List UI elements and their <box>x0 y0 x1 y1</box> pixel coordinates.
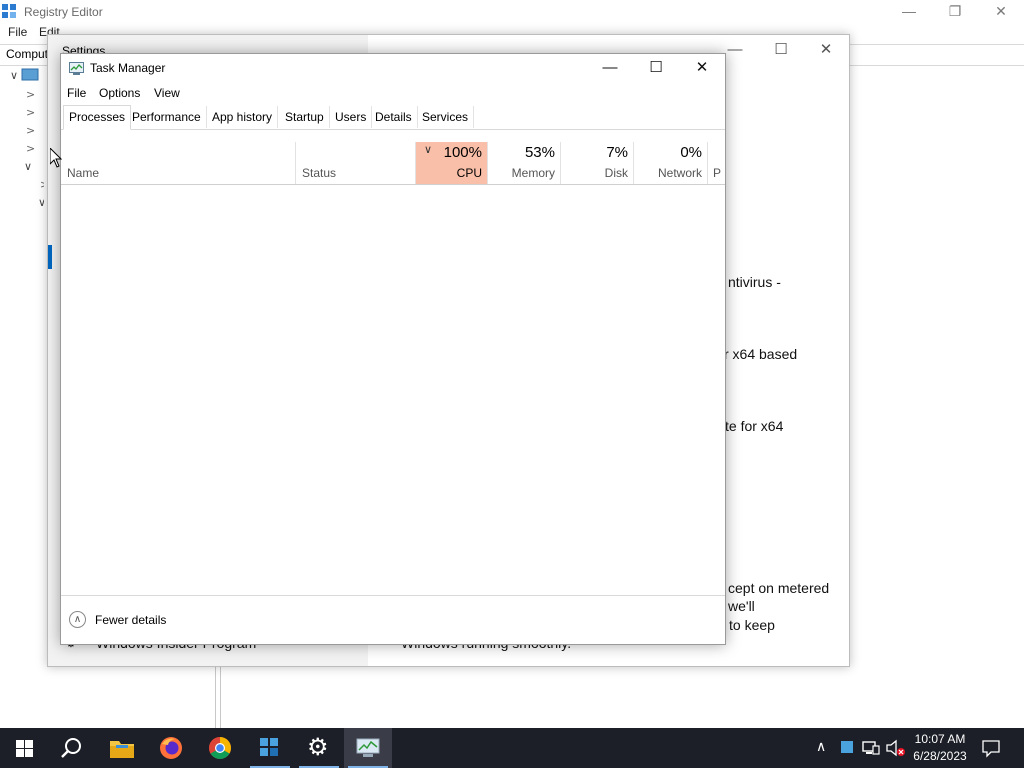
chrome-icon <box>209 737 231 759</box>
tm-menu-view[interactable]: View <box>154 86 180 100</box>
settings-selected-indicator <box>48 245 52 269</box>
taskbar-chrome[interactable] <box>196 728 244 768</box>
column-status[interactable]: Status <box>295 142 416 184</box>
action-center-icon[interactable] <box>982 740 1000 780</box>
settings-text-well: we'll <box>728 598 755 614</box>
tab-processes[interactable]: Processes <box>63 105 132 130</box>
tab-startup[interactable]: Startup <box>280 106 330 128</box>
registry-title-bar[interactable] <box>0 0 1024 22</box>
svg-text:∨: ∨ <box>38 196 44 209</box>
clock-date[interactable]: 6/28/2023 <box>910 749 970 763</box>
svg-text:>: > <box>26 124 35 137</box>
network-percent: 0% <box>680 144 702 161</box>
disk-label: Disk <box>604 166 628 180</box>
settings-maximize-button[interactable]: ☐ <box>758 35 804 65</box>
tm-close-button[interactable]: ✕ <box>679 54 725 82</box>
taskbar: ⚙ ∧ 10:07 AM 6/28/2023 <box>0 728 1024 768</box>
show-hidden-icons-chevron-icon[interactable]: ∧ <box>816 738 826 778</box>
task-manager-app-icon <box>69 62 84 75</box>
task-manager-icon <box>356 738 380 757</box>
tm-maximize-button[interactable]: ☐ <box>633 54 679 82</box>
cpu-label: CPU <box>456 166 482 180</box>
sort-down-chevron-icon: ∨ <box>424 144 433 156</box>
taskbar-firefox[interactable] <box>147 728 195 768</box>
start-button[interactable] <box>0 728 48 768</box>
tab-performance[interactable]: Performance <box>127 106 207 128</box>
process-table-header: Name Status ∨ 100% CPU 53% Memory 7% Dis… <box>61 142 725 185</box>
column-power[interactable]: P <box>707 142 726 184</box>
taskbar-file-explorer[interactable] <box>98 728 146 768</box>
registry-menu-file[interactable]: File <box>8 25 27 39</box>
volume-muted-icon[interactable] <box>886 739 906 779</box>
taskbar-task-manager[interactable] <box>344 728 392 768</box>
memory-label: Memory <box>511 166 555 180</box>
column-name[interactable]: Name <box>61 142 295 184</box>
memory-percent: 53% <box>524 144 555 161</box>
svg-text:>: > <box>26 88 35 101</box>
svg-text:∨: ∨ <box>24 160 32 173</box>
tm-menu-options[interactable]: Options <box>99 86 140 100</box>
registry-minimize-button[interactable]: — <box>886 0 932 22</box>
chevron-up-circle-icon[interactable]: ∧ <box>69 611 86 628</box>
cpu-percent: 100% <box>443 144 482 161</box>
tray-app-icon[interactable] <box>841 741 853 753</box>
registry-restore-button[interactable]: ❐ <box>932 0 978 22</box>
search-icon <box>61 738 81 758</box>
registry-title: Registry Editor <box>24 5 103 19</box>
power-label: P <box>713 166 722 180</box>
fewer-details-link[interactable]: Fewer details <box>95 613 166 627</box>
column-cpu[interactable]: ∨ 100% CPU <box>415 142 488 184</box>
mouse-cursor-icon <box>50 148 62 168</box>
settings-text-antivirus: ntivirus - <box>728 274 781 290</box>
gear-icon: ⚙ <box>307 734 329 761</box>
registry-editor-icon <box>260 738 278 756</box>
tab-app-history[interactable]: App history <box>207 106 279 128</box>
process-list[interactable] <box>61 185 725 595</box>
taskbar-registry-editor[interactable] <box>246 728 294 768</box>
windows-logo-icon <box>16 740 33 757</box>
svg-text:>: > <box>26 106 35 119</box>
svg-text:>: > <box>40 178 44 191</box>
registry-app-icon <box>2 4 16 18</box>
network-icon[interactable] <box>862 740 880 780</box>
column-name-label: Name <box>67 166 100 180</box>
registry-splitter[interactable] <box>215 660 221 728</box>
clock-time[interactable]: 10:07 AM <box>912 732 968 746</box>
column-disk[interactable]: 7% Disk <box>560 142 634 184</box>
svg-text:∨: ∨ <box>10 69 18 82</box>
settings-close-button[interactable]: ✕ <box>803 35 849 65</box>
tab-services[interactable]: Services <box>417 106 475 128</box>
task-manager-title: Task Manager <box>90 61 166 75</box>
network-label: Network <box>657 166 702 180</box>
firefox-icon <box>160 737 182 759</box>
tm-minimize-button[interactable]: — <box>587 54 633 82</box>
taskbar-settings[interactable]: ⚙ <box>295 728 343 768</box>
settings-text-to-keep: to keep <box>729 617 775 633</box>
tab-details[interactable]: Details <box>370 106 418 128</box>
column-status-label: Status <box>302 166 337 180</box>
column-network[interactable]: 0% Network <box>633 142 708 184</box>
registry-tree[interactable]: ∨ > > > > ∨ > ∨ <box>4 67 44 217</box>
svg-text:>: > <box>26 142 35 155</box>
column-memory[interactable]: 53% Memory <box>487 142 561 184</box>
settings-text-x64-based: r x64 based <box>724 346 798 362</box>
search-button[interactable] <box>48 728 96 768</box>
tm-footer: ∧ Fewer details <box>61 595 725 645</box>
tm-tab-strip: Processes Performance App history Startu… <box>61 105 725 130</box>
disk-percent: 7% <box>606 144 628 161</box>
settings-text-for-x64: te for x64 <box>725 418 784 434</box>
settings-text-metered: cept on metered <box>728 580 830 596</box>
registry-close-button[interactable]: ✕ <box>978 0 1024 22</box>
task-manager-window: Task Manager — ☐ ✕ File Options View Pro… <box>60 53 726 645</box>
tm-menu-file[interactable]: File <box>67 86 86 100</box>
tab-users[interactable]: Users <box>330 106 373 128</box>
folder-icon <box>110 741 134 758</box>
